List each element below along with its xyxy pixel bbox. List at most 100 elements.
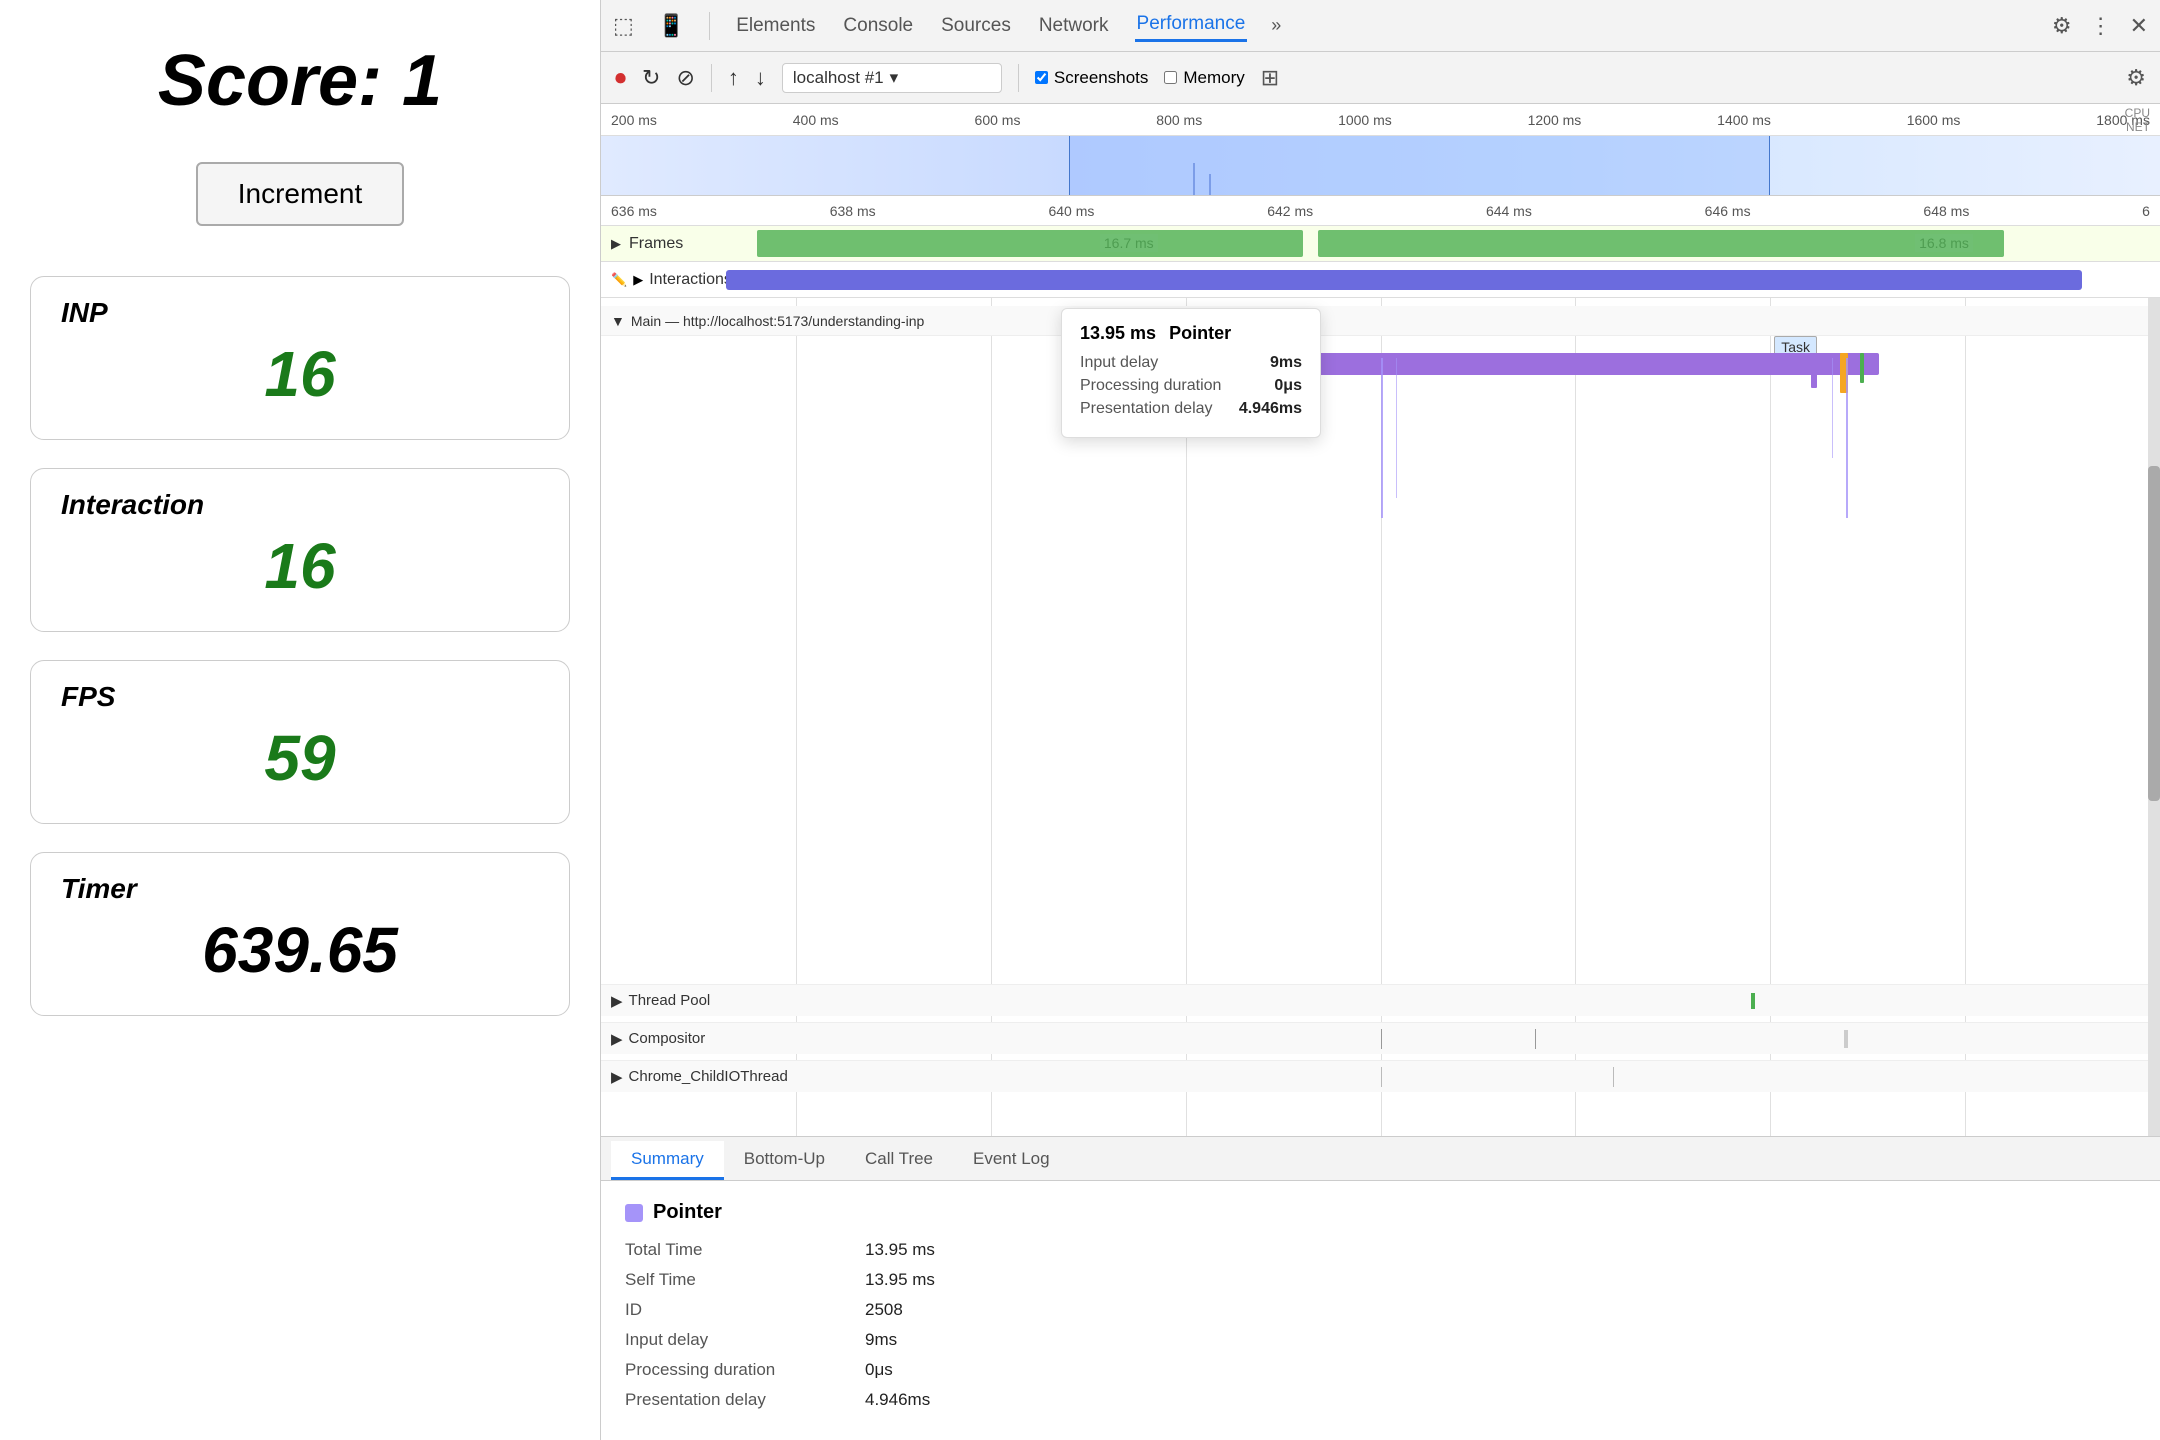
tooltip-processing-row: Processing duration 0μs [1080, 377, 1302, 395]
chrome-io-expand-icon[interactable]: ▶ [611, 1068, 623, 1086]
score-display: Score: 1 [30, 40, 570, 122]
trace-scrollbar[interactable] [2148, 298, 2160, 1136]
zoom-ruler[interactable]: 636 ms 638 ms 640 ms 642 ms 644 ms 646 m… [601, 196, 2160, 226]
fps-card: FPS 59 [30, 660, 570, 824]
ruler-600ms: 600 ms [975, 112, 1021, 128]
url-text: localhost #1 [793, 68, 884, 88]
tooltip-processing-val: 0μs [1274, 377, 1302, 395]
inp-label: INP [61, 297, 539, 329]
summary-input-delay-key: Input delay [625, 1330, 865, 1350]
tab-summary[interactable]: Summary [611, 1141, 724, 1180]
flame-bar-main [1225, 353, 1880, 375]
compositor-tick-2 [1535, 1029, 1536, 1049]
trace-area[interactable]: ▼ Main — http://localhost:5173/understan… [601, 298, 2160, 1137]
ruler-1200ms: 1200 ms [1528, 112, 1582, 128]
frames-expand-icon[interactable]: ▶ [611, 236, 621, 252]
tab-sources[interactable]: Sources [939, 11, 1013, 41]
chrome-io-row[interactable]: ▶ Chrome_ChildIOThread [601, 1060, 2160, 1092]
tab-performance[interactable]: Performance [1135, 9, 1248, 42]
summary-processing-val: 0μs [865, 1360, 893, 1380]
compositor-label: Compositor [629, 1030, 706, 1047]
clear-button[interactable]: ⊘ [676, 65, 694, 91]
summary-presentation-row: Presentation delay 4.946ms [625, 1390, 2136, 1410]
cpu-net-labels: CPU NET [2125, 106, 2150, 134]
tooltip-presentation-row: Presentation delay 4.946ms [1080, 400, 1302, 418]
compositor-expand-icon[interactable]: ▶ [611, 1030, 623, 1048]
reload-record-button[interactable]: ↻ [642, 65, 660, 91]
tooltip-processing-label: Processing duration [1080, 377, 1221, 395]
fps-value: 59 [61, 721, 539, 795]
tooltip-input-delay-label: Input delay [1080, 354, 1158, 372]
main-thread-url: Main — http://localhost:5173/understandi… [631, 313, 924, 329]
v-spike-purple-2 [1396, 358, 1397, 498]
record-button[interactable]: ⏺ [615, 65, 626, 91]
interactions-row[interactable]: ✏️ ▶ Interactions [601, 262, 2160, 298]
timeline-ruler[interactable]: 200 ms 400 ms 600 ms 800 ms 1000 ms 1200… [601, 104, 2160, 136]
thread-pool-expand-icon[interactable]: ▶ [611, 992, 623, 1010]
summary-panel: Pointer Total Time 13.95 ms Self Time 13… [601, 1181, 2160, 1440]
tooltip-input-delay-row: Input delay 9ms [1080, 354, 1302, 372]
tooltip-presentation-label: Presentation delay [1080, 400, 1213, 418]
thread-pool-row[interactable]: ▶ Thread Pool [601, 984, 2160, 1016]
tab-elements[interactable]: Elements [734, 11, 817, 41]
frame-bar-1 [757, 230, 1303, 257]
timer-card: Timer 639.65 [30, 852, 570, 1016]
interaction-timeline-bar[interactable] [726, 270, 2082, 290]
tooltip-type: Pointer [1169, 323, 1231, 343]
increment-button[interactable]: Increment [196, 162, 405, 226]
summary-id-key: ID [625, 1300, 865, 1320]
ruler-800ms: 800 ms [1156, 112, 1202, 128]
memory-checkbox[interactable] [1164, 71, 1177, 84]
summary-self-time-row: Self Time 13.95 ms [625, 1270, 2136, 1290]
tab-console[interactable]: Console [841, 11, 915, 41]
interactions-expand-icon[interactable]: ▶ [633, 272, 643, 288]
fps-label: FPS [61, 681, 539, 713]
perf-settings-icon[interactable]: ⚙ [2126, 65, 2146, 91]
score-label: Score: [158, 41, 382, 121]
cpu-label: CPU [2125, 106, 2150, 120]
inspect-icon[interactable]: ⬚ [613, 13, 634, 39]
tab-network[interactable]: Network [1037, 11, 1111, 41]
frames-label: Frames [629, 235, 683, 253]
main-thread-label[interactable]: ▼ Main — http://localhost:5173/understan… [601, 306, 2160, 336]
tooltip-presentation-val: 4.946ms [1239, 400, 1302, 418]
frame-bar-2 [1318, 230, 2004, 257]
upload-icon[interactable]: ↑ [728, 65, 739, 91]
mini-overview[interactable] [601, 136, 2160, 196]
summary-input-delay-row: Input delay 9ms [625, 1330, 2136, 1350]
tab-bottom-up[interactable]: Bottom-Up [724, 1141, 845, 1180]
compositor-row[interactable]: ▶ Compositor [601, 1022, 2160, 1054]
url-selector[interactable]: localhost #1 ▾ [782, 63, 1002, 93]
io-tick-2 [1613, 1067, 1614, 1087]
left-panel: Score: 1 Increment INP 16 Interaction 16… [0, 0, 600, 1440]
settings-gear-icon[interactable]: ⚙ [2052, 13, 2072, 39]
more-tabs-icon[interactable]: » [1271, 15, 1281, 36]
trace-scrollbar-thumb[interactable] [2148, 466, 2160, 801]
ruler-labels: 200 ms 400 ms 600 ms 800 ms 1000 ms 1200… [611, 112, 2150, 128]
device-toolbar-icon[interactable]: 📱 [658, 13, 685, 39]
cpu-throttle-icon[interactable]: ⊞ [1261, 65, 1279, 91]
tooltip-time: 13.95 ms [1080, 323, 1156, 343]
url-dropdown-icon[interactable]: ▾ [890, 68, 899, 88]
frames-row[interactable]: ▶ Frames 16.7 ms 16.8 ms [601, 226, 2160, 262]
inp-value: 16 [61, 337, 539, 411]
download-icon[interactable]: ↓ [755, 65, 766, 91]
thread-pool-label: Thread Pool [629, 992, 711, 1009]
ruler-200ms: 200 ms [611, 112, 657, 128]
memory-checkbox-group: Memory [1164, 68, 1244, 88]
interactions-pencil-icon[interactable]: ✏️ [611, 272, 627, 288]
tab-event-log[interactable]: Event Log [953, 1141, 1070, 1180]
score-value: 1 [402, 41, 442, 121]
thread-pool-bar [1751, 993, 1755, 1009]
zoom-end: 6 [2142, 203, 2150, 219]
ruler-1600ms: 1600 ms [1907, 112, 1961, 128]
close-icon[interactable]: ✕ [2130, 13, 2148, 39]
timer-label: Timer [61, 873, 539, 905]
screenshots-label: Screenshots [1054, 68, 1149, 88]
screenshots-checkbox[interactable] [1035, 71, 1048, 84]
more-options-icon[interactable]: ⋮ [2090, 13, 2112, 39]
main-thread-expand-icon[interactable]: ▼ [611, 313, 625, 329]
tab-call-tree[interactable]: Call Tree [845, 1141, 953, 1180]
chrome-io-label: Chrome_ChildIOThread [629, 1068, 788, 1085]
summary-processing-row: Processing duration 0μs [625, 1360, 2136, 1380]
